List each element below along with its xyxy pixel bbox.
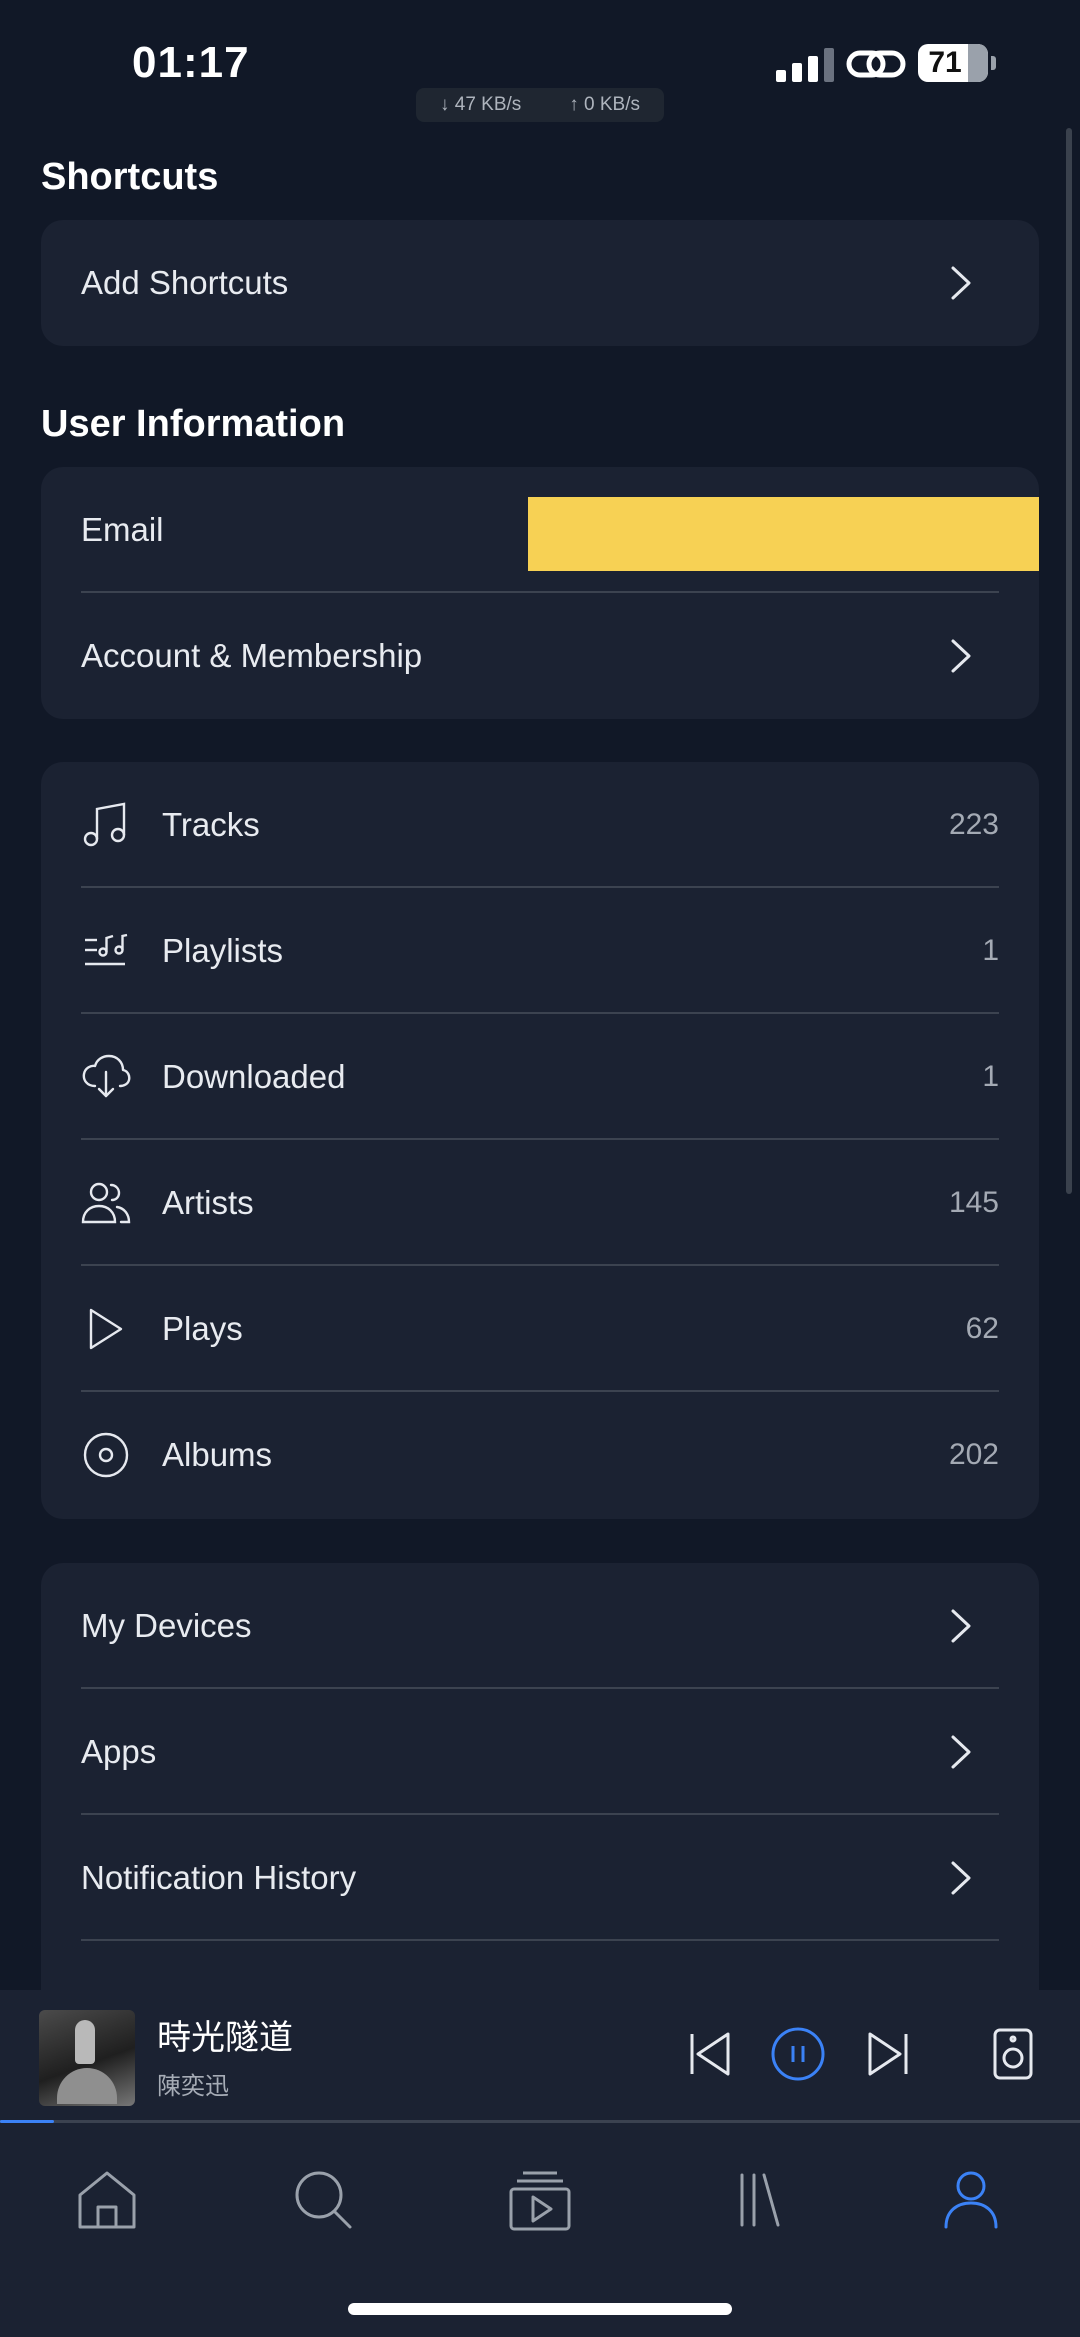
track-title: 時光隧道 (157, 2019, 293, 2057)
library-icon[interactable] (722, 2165, 792, 2235)
chevron-right-icon (951, 1861, 971, 1895)
user-information-heading: User Information (41, 403, 346, 445)
stat-count: 202 (948, 1438, 999, 1471)
stat-count: 62 (965, 1312, 999, 1345)
stat-row-downloaded[interactable]: Downloaded 1 (41, 1014, 1039, 1140)
previous-track-icon[interactable] (680, 2024, 740, 2084)
track-artist: 陳奕迅 (157, 2073, 229, 2100)
home-indicator[interactable] (348, 2303, 732, 2315)
album-art-portrait (57, 2068, 117, 2104)
stat-label: Tracks (162, 806, 260, 843)
upload-speed: ↑ 0 KB/s (569, 94, 640, 115)
stat-row-playlists[interactable]: Playlists 1 (41, 888, 1039, 1014)
email-label: Email (81, 511, 164, 548)
stat-count: 1 (982, 1060, 999, 1093)
my-devices-row[interactable]: My Devices (41, 1563, 1039, 1689)
disc-icon (83, 1432, 129, 1478)
cellular-signal-icon (776, 48, 834, 82)
link-icon (846, 50, 906, 78)
chevron-right-icon (951, 639, 971, 673)
status-time: 01:17 (132, 38, 250, 87)
notification-history-row[interactable]: Notification History (41, 1815, 1039, 1941)
stat-label: Playlists (162, 932, 284, 969)
email-value-redacted (528, 497, 1039, 571)
stat-row-albums[interactable]: Albums 202 (41, 1392, 1039, 1518)
stat-count: 223 (948, 808, 999, 841)
battery-indicator: 71 (918, 44, 988, 82)
notification-history-label: Notification History (81, 1859, 357, 1896)
stat-row-plays[interactable]: Plays 62 (41, 1266, 1039, 1392)
user-icon[interactable] (936, 2165, 1006, 2235)
stat-count: 1 (982, 934, 999, 967)
divider (81, 1939, 999, 1941)
stat-row-tracks[interactable]: Tracks 223 (41, 762, 1039, 888)
user-information-card: Email Account & Membership (41, 467, 1039, 719)
add-shortcuts-row[interactable]: Add Shortcuts (41, 220, 1039, 346)
pause-icon[interactable] (768, 2024, 828, 2084)
status-bar: 01:17 71 ↓ 47 KB/s ↑ 0 KB/s (0, 0, 1080, 122)
battery-cap (991, 56, 996, 70)
my-devices-label: My Devices (81, 1607, 252, 1644)
stat-label: Artists (162, 1184, 254, 1221)
stat-count: 145 (948, 1186, 999, 1219)
stat-label: Plays (162, 1310, 243, 1347)
chevron-right-icon (951, 1609, 971, 1643)
video-icon[interactable] (505, 2165, 575, 2235)
shortcuts-card: Add Shortcuts (41, 220, 1039, 346)
add-shortcuts-label: Add Shortcuts (81, 264, 289, 301)
music-note-icon (83, 802, 126, 847)
play-icon (89, 1308, 123, 1350)
home-icon[interactable] (72, 2165, 142, 2235)
account-membership-row[interactable]: Account & Membership (41, 593, 1039, 719)
cloud-download-icon (82, 1054, 131, 1098)
library-stats-card: Tracks 223 Playlists 1 Downloaded 1 Arti… (41, 762, 1039, 1519)
speaker-device-icon[interactable] (983, 2024, 1043, 2084)
stat-row-artists[interactable]: Artists 145 (41, 1140, 1039, 1266)
users-icon (81, 1182, 131, 1224)
stat-label: Downloaded (162, 1058, 346, 1095)
chevron-right-icon (951, 1735, 971, 1769)
apps-row[interactable]: Apps (41, 1689, 1039, 1815)
next-track-icon[interactable] (858, 2024, 918, 2084)
album-art-figure (75, 2020, 95, 2064)
battery-level: 71 (928, 46, 962, 79)
network-speed: ↓ 47 KB/s ↑ 0 KB/s (416, 88, 664, 122)
scrollbar[interactable] (1066, 128, 1072, 1194)
search-icon[interactable] (288, 2165, 358, 2235)
email-row: Email (41, 467, 1039, 593)
album-art[interactable] (39, 2010, 135, 2106)
stat-label: Albums (162, 1436, 273, 1473)
chevron-right-icon (951, 266, 971, 300)
playlist-icon (85, 933, 128, 966)
apps-label: Apps (81, 1733, 157, 1770)
now-playing-bar[interactable]: 時光隧道 陳奕迅 (0, 1990, 1080, 2122)
download-speed: ↓ 47 KB/s (439, 94, 522, 115)
settings-card: My Devices Apps Notification History (41, 1563, 1039, 2063)
shortcuts-heading: Shortcuts (41, 156, 219, 198)
account-membership-label: Account & Membership (81, 637, 423, 674)
